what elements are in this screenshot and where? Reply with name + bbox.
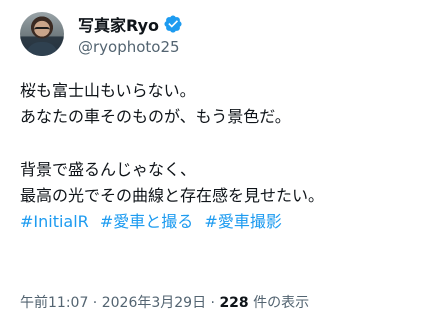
meta-separator: · (206, 295, 220, 311)
tweet-line: 背景で盛るんじゃなく、 (20, 160, 197, 179)
hashtag-link[interactable]: #InitialR (20, 212, 89, 231)
user-handle[interactable]: @ryophoto25 (78, 38, 180, 56)
tweet-date[interactable]: 2026年3月29日 (102, 295, 206, 311)
verified-badge-icon (164, 15, 182, 33)
display-name[interactable]: 写真家Ryo (78, 12, 159, 36)
avatar-shirt (26, 42, 58, 56)
hashtag-link[interactable]: #愛車撮影 (204, 212, 281, 231)
views-label: 件の表示 (248, 295, 310, 311)
tweet-card: 写真家Ryo @ryophoto25 桜も富士山もいらない。 あなたの車そのもの… (0, 0, 441, 326)
views-count: 228 (219, 295, 249, 311)
avatar[interactable] (20, 12, 64, 56)
tweet-body: 桜も富士山もいらない。 あなたの車そのものが、もう景色だ。 背景で盛るんじゃなく… (20, 78, 430, 235)
hashtag-link[interactable]: #愛車と撮る (100, 212, 193, 231)
tweet-line: 最高の光でその曲線と存在感を見せたい。 (20, 186, 325, 205)
tweet-line: 桜も富士山もいらない。 (20, 81, 196, 100)
avatar-glasses (34, 27, 50, 34)
name-row: 写真家Ryo (78, 13, 183, 35)
tweet-time[interactable]: 午前11:07 (20, 295, 88, 311)
tweet-line: あなたの車そのものが、もう景色だ。 (20, 107, 291, 126)
tweet-meta: 午前11:07 · 2026年3月29日 · 228 件の表示 (20, 292, 309, 312)
meta-separator: · (88, 295, 102, 311)
hashtag-row: #InitialR #愛車と撮る #愛車撮影 (20, 209, 430, 235)
